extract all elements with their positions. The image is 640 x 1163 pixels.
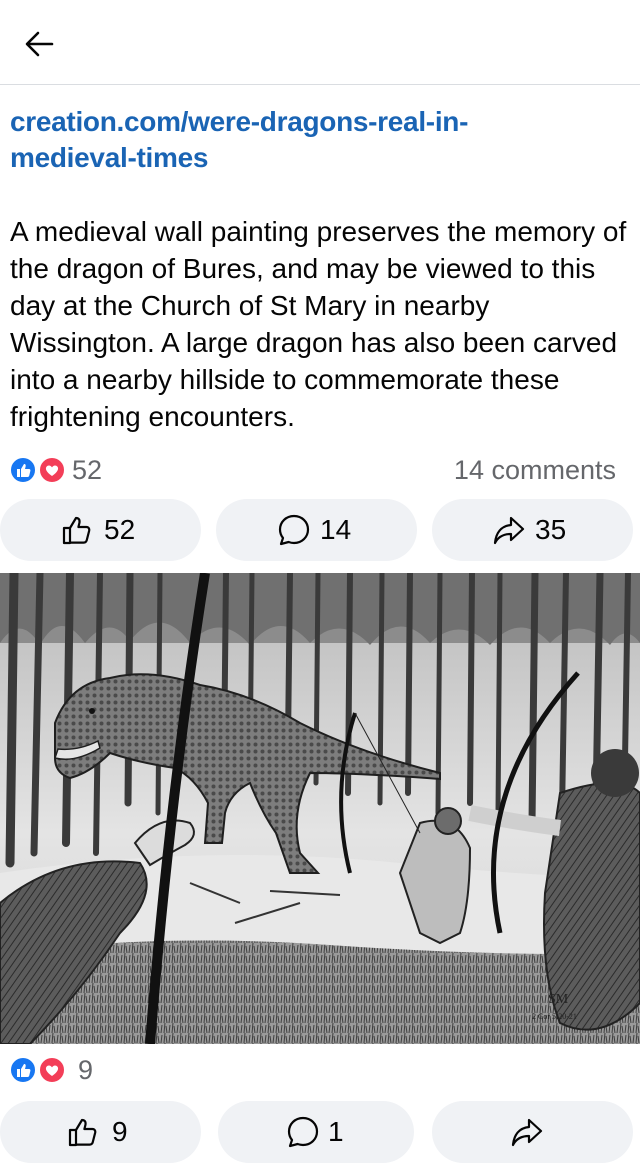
photo-reaction-count: 9 — [78, 1055, 94, 1085]
photo-comment-count: 1 — [328, 1116, 344, 1147]
post-description: A medieval wall painting preserves the m… — [10, 216, 627, 432]
share-count: 35 — [535, 514, 567, 545]
article-link-line-2[interactable]: medieval-times — [10, 140, 610, 176]
comment-count: 14 — [320, 514, 352, 545]
article-link[interactable]: creation.com/were-dragons-real-in- medie… — [10, 104, 610, 176]
comment-bubble-icon — [278, 514, 310, 546]
reaction-count: 52 — [72, 455, 103, 485]
photo-share-button[interactable] — [432, 1101, 633, 1163]
reaction-summary[interactable]: 52 14 comments — [8, 455, 632, 485]
like-count: 52 — [104, 514, 136, 545]
verse-reference: 2 Cor 5:20-21 — [532, 1012, 577, 1021]
like-button[interactable]: 52 — [0, 499, 201, 561]
top-bar — [0, 0, 640, 85]
photo-comment-button[interactable]: 1 — [218, 1101, 414, 1163]
article-link-line-1[interactable]: creation.com/were-dragons-real-in- — [10, 104, 610, 140]
share-arrow-icon — [493, 516, 525, 545]
photo-reaction-summary[interactable]: 9 — [8, 1055, 632, 1085]
comment-bubble-icon — [287, 1116, 319, 1148]
photo-reaction-icons — [8, 1055, 68, 1085]
share-arrow-icon — [511, 1118, 543, 1147]
comments-count[interactable]: 14 comments — [454, 455, 616, 485]
thumbs-up-icon — [62, 516, 91, 545]
artist-signature: SM — [548, 992, 569, 1007]
reaction-icons — [8, 455, 68, 485]
share-button[interactable]: 35 — [432, 499, 633, 561]
photo-like-button[interactable]: 9 — [0, 1101, 201, 1163]
thumbs-up-icon — [68, 1118, 97, 1147]
comment-button[interactable]: 14 — [216, 499, 417, 561]
arrow-left-icon[interactable] — [20, 24, 60, 64]
photo-like-count: 9 — [112, 1116, 128, 1147]
post-photo[interactable]: SM 2 Cor 5:20-21 — [0, 573, 640, 1044]
